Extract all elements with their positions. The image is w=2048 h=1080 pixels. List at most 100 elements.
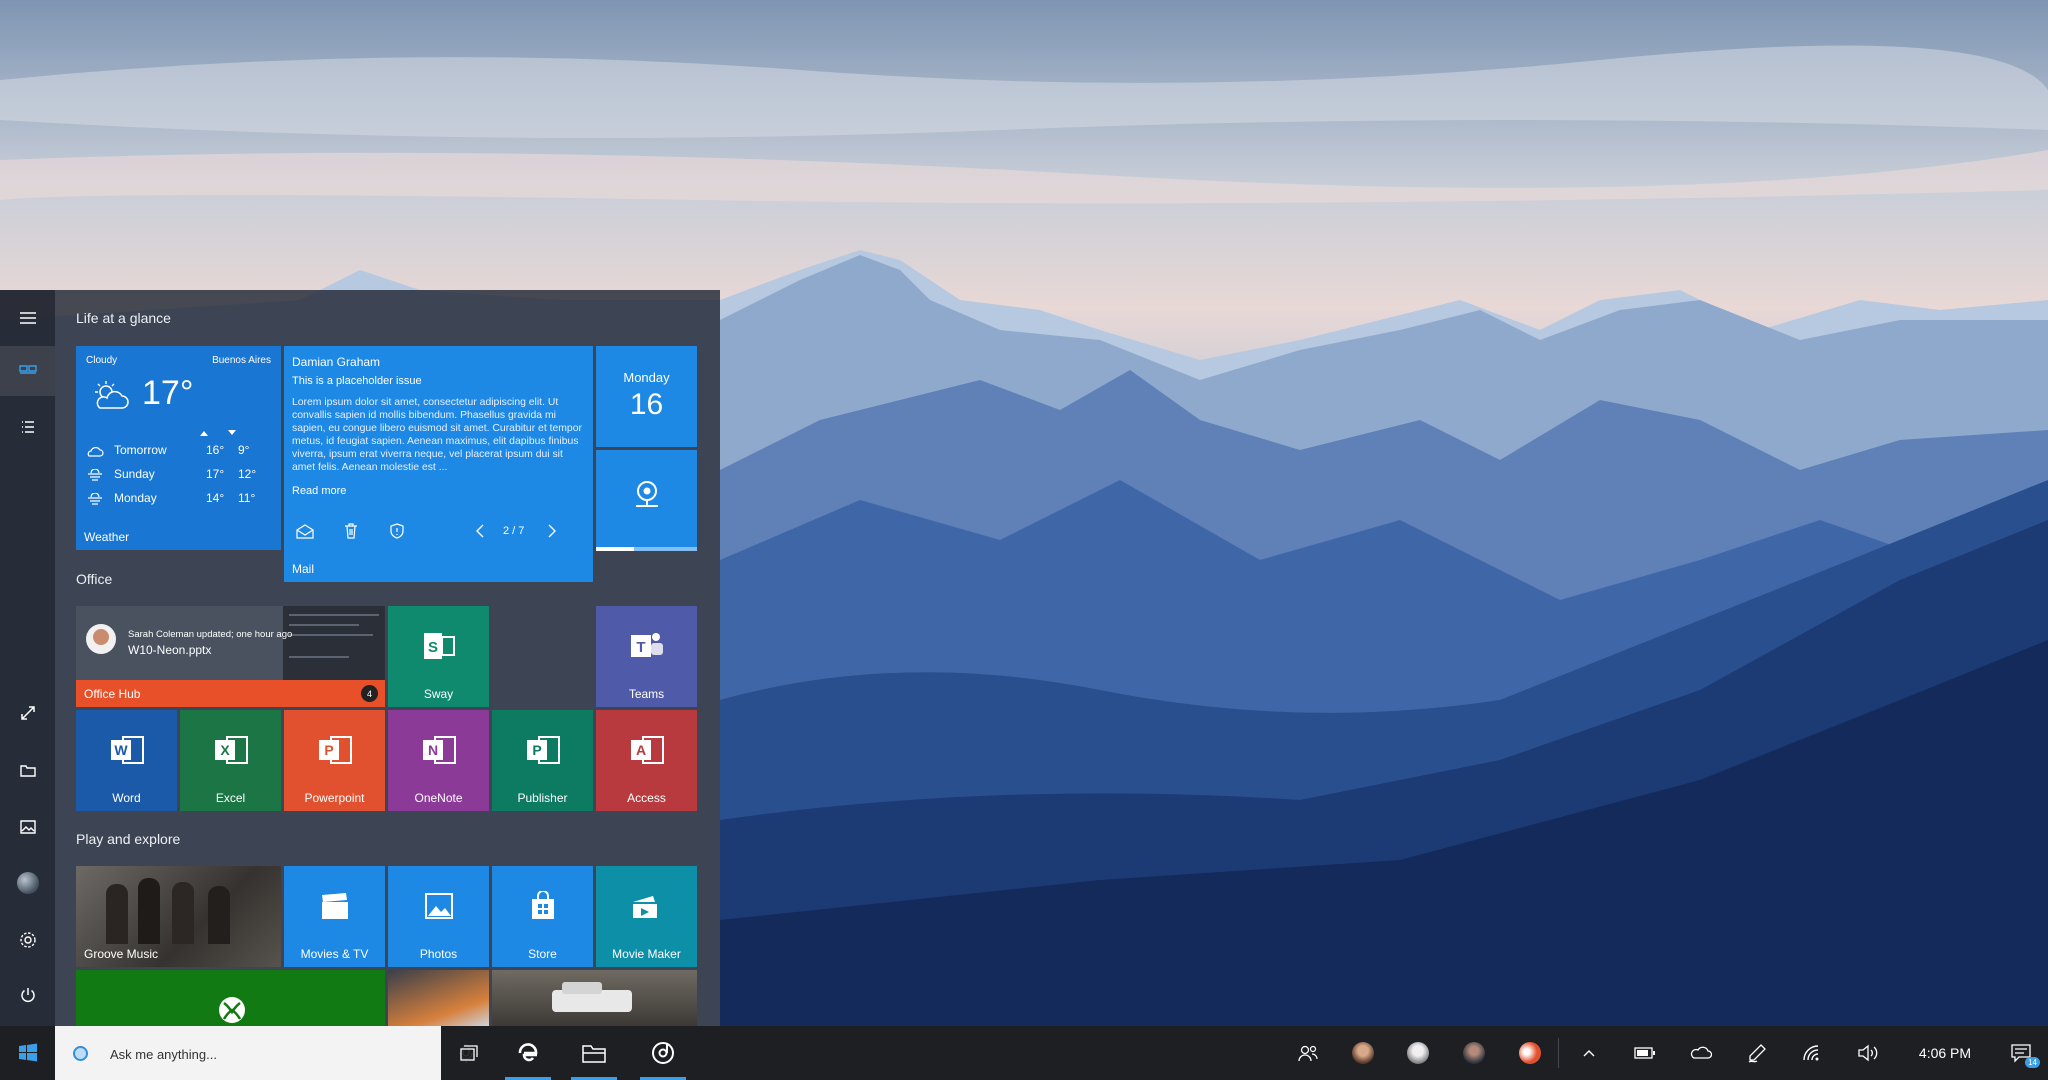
movies-tv-tile[interactable]: Movies & TV: [284, 866, 385, 967]
mark-read-icon[interactable]: [295, 522, 315, 540]
document-thumbnail: [283, 606, 385, 680]
mail-page-indicator: 2 / 7: [503, 525, 525, 537]
folder-icon: [582, 1045, 606, 1063]
movies-tv-label: Movies & TV: [300, 947, 369, 961]
weather-condition: Cloudy: [86, 355, 118, 366]
volume-button[interactable]: [1850, 1026, 1886, 1080]
photos-label: Photos: [419, 947, 458, 961]
people-button[interactable]: [1290, 1026, 1326, 1080]
avatar: [86, 624, 116, 654]
game-tile[interactable]: [388, 970, 489, 1026]
forecast-low: 9°: [238, 443, 250, 457]
contact-button[interactable]: [1512, 1026, 1548, 1080]
groove-icon: [652, 1042, 674, 1064]
chevron-up-icon: [1583, 1050, 1595, 1057]
action-center-button[interactable]: 14: [2002, 1026, 2042, 1080]
sway-tile[interactable]: S Sway: [388, 606, 489, 707]
clock-time: 4:06 PM: [1918, 1045, 1972, 1061]
start-menu: Life at a glance Cloudy Buenos Aires 17°…: [0, 290, 720, 1026]
chevron-left-icon[interactable]: [474, 522, 486, 540]
access-label: Access: [627, 791, 666, 805]
forecast-high: 14°: [206, 491, 225, 505]
news-tile[interactable]: [492, 970, 697, 1026]
groove-music-tile[interactable]: Groove Music: [76, 866, 281, 967]
calendar-date: 16: [629, 388, 664, 421]
movie-maker-label: Movie Maker: [612, 947, 681, 961]
search-input[interactable]: [110, 1045, 390, 1063]
group-title-office: Office: [76, 571, 113, 587]
groove-music-label: Groove Music: [84, 947, 159, 961]
teams-tile[interactable]: T Teams: [596, 606, 697, 707]
svg-text:N: N: [427, 742, 437, 758]
excel-tile[interactable]: X Excel: [180, 710, 281, 811]
forecast-high: 17°: [206, 467, 225, 481]
chevron-right-icon[interactable]: [546, 522, 558, 540]
edge-taskbar-button[interactable]: [501, 1026, 555, 1080]
word-label: Word: [112, 791, 141, 805]
calendar-tile[interactable]: Monday 16: [596, 346, 697, 447]
onedrive-button[interactable]: [1683, 1026, 1719, 1080]
battery-button[interactable]: [1627, 1026, 1663, 1080]
svg-text:X: X: [220, 742, 230, 758]
teams-label: Teams: [628, 687, 665, 701]
contact-button[interactable]: [1400, 1026, 1436, 1080]
read-more-link[interactable]: Read more: [292, 485, 346, 497]
search-box[interactable]: [55, 1026, 473, 1080]
publisher-tile[interactable]: P Publisher: [492, 710, 593, 811]
xbox-tile[interactable]: [76, 970, 385, 1026]
sway-icon: S: [423, 633, 455, 660]
forecast-row: Sunday 17° 12°: [86, 467, 266, 485]
flag-icon[interactable]: [388, 522, 406, 540]
weather-tile[interactable]: Cloudy Buenos Aires 17° Tomorrow 16° 9° …: [76, 346, 281, 550]
office-hub-label: Office Hub: [84, 687, 141, 701]
pen-workspace-button[interactable]: [1739, 1026, 1775, 1080]
store-label: Store: [528, 947, 557, 961]
teams-icon: T: [630, 633, 663, 658]
delete-icon[interactable]: [342, 522, 360, 540]
word-tile[interactable]: W Word: [76, 710, 177, 811]
mail-actions: 2 / 7: [292, 522, 592, 542]
contact-button[interactable]: [1456, 1026, 1492, 1080]
task-view-button[interactable]: [445, 1026, 493, 1080]
avatar: [1519, 1042, 1541, 1064]
forecast-day: Tomorrow: [114, 443, 167, 457]
contact-button[interactable]: [1345, 1026, 1381, 1080]
edge-icon: [518, 1043, 538, 1062]
store-tile[interactable]: Store: [492, 866, 593, 967]
avatar: [1463, 1042, 1485, 1064]
avatar: [1352, 1042, 1374, 1064]
powerpoint-tile[interactable]: P Powerpoint: [284, 710, 385, 811]
network-button[interactable]: [1794, 1026, 1830, 1080]
file-explorer-taskbar-button[interactable]: [567, 1026, 621, 1080]
taskbar: 4:06 PM 14: [0, 1026, 2048, 1080]
svg-text:T: T: [636, 639, 645, 656]
onenote-label: OneNote: [414, 791, 463, 805]
office-hub-tile[interactable]: Sarah Coleman updated; one hour ago W10-…: [76, 606, 385, 707]
office-hub-file: W10-Neon.pptx: [128, 643, 212, 657]
svg-text:P: P: [532, 742, 541, 758]
map-pin-icon: [635, 481, 658, 508]
speaker-icon: [1858, 1044, 1878, 1062]
photos-tile[interactable]: Photos: [388, 866, 489, 967]
groove-taskbar-button[interactable]: [636, 1026, 690, 1080]
maps-progress-track: [596, 547, 697, 551]
mail-sender: Damian Graham: [292, 355, 381, 369]
start-button[interactable]: [0, 1026, 55, 1080]
sway-label: Sway: [423, 687, 454, 701]
xbox-icon: [219, 997, 245, 1023]
movie-maker-tile[interactable]: Movie Maker: [596, 866, 697, 967]
forecast-row: Monday 14° 11°: [86, 491, 266, 509]
maps-progress-fill: [596, 547, 635, 551]
access-tile[interactable]: A Access: [596, 710, 697, 811]
onenote-tile[interactable]: N OneNote: [388, 710, 489, 811]
excel-label: Excel: [215, 791, 246, 805]
forecast-day: Monday: [114, 491, 157, 505]
maps-tile[interactable]: [596, 450, 697, 551]
show-hidden-icons-button[interactable]: [1572, 1026, 1606, 1080]
battery-icon: [1634, 1047, 1655, 1059]
svg-text:A: A: [635, 742, 645, 758]
mail-tile[interactable]: Damian Graham This is a placeholder issu…: [284, 346, 593, 582]
publisher-label: Publisher: [517, 791, 568, 805]
weather-temperature: 17°: [142, 374, 194, 412]
clock-button[interactable]: 4:06 PM: [1900, 1026, 1990, 1080]
